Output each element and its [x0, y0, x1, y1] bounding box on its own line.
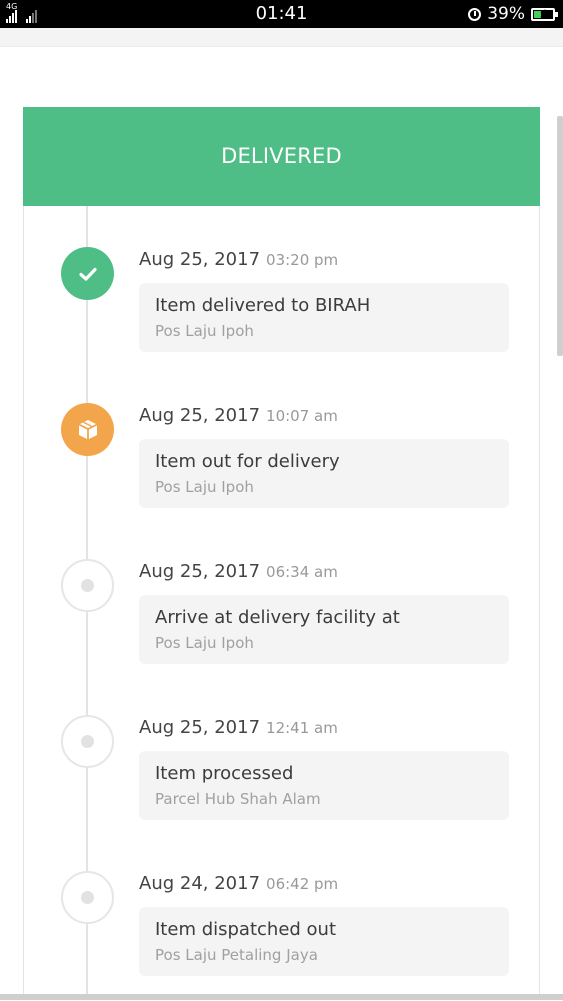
check-icon — [78, 267, 97, 281]
event-status: Item processed — [155, 763, 294, 784]
event-header: Aug 25, 2017 10:07 am — [139, 405, 338, 426]
event-details: Item dispatched out Pos Laju Petaling Ja… — [139, 907, 509, 976]
event-location: Pos Laju Ipoh — [155, 478, 254, 496]
battery-icon: ⚡ — [531, 6, 558, 21]
event-location: Pos Laju Ipoh — [155, 634, 254, 652]
event-date: Aug 25, 2017 — [139, 405, 261, 426]
event-status: Item out for delivery — [155, 451, 340, 472]
event-time: 03:20 pm — [266, 251, 339, 269]
event-header: Aug 25, 2017 12:41 am — [139, 717, 338, 738]
charging-bolt-icon: ⚡ — [539, 6, 547, 20]
event-date: Aug 25, 2017 — [139, 561, 261, 582]
timeline-event: Aug 25, 2017 06:34 am Arrive at delivery … — [0, 559, 563, 689]
event-details: Item processed Parcel Hub Shah Alam — [139, 751, 509, 820]
status-bar: 4G 01:41 39% ⚡ — [0, 0, 563, 28]
event-date: Aug 25, 2017 — [139, 717, 261, 738]
dot-icon — [81, 579, 94, 592]
alarm-icon — [468, 7, 482, 21]
event-location: Parcel Hub Shah Alam — [155, 790, 321, 808]
event-date: Aug 25, 2017 — [139, 249, 261, 270]
box-icon — [78, 419, 97, 439]
timeline-marker — [61, 715, 114, 768]
event-date: Aug 24, 2017 — [139, 873, 261, 894]
tracking-card: DELIVERED — [23, 107, 540, 1000]
event-status: Arrive at delivery facility at — [155, 607, 400, 628]
timeline-event: Aug 25, 2017 03:20 pm Item delivered to B… — [0, 247, 563, 377]
event-time: 06:42 pm — [266, 875, 339, 893]
timeline-marker — [61, 559, 114, 612]
event-header: Aug 24, 2017 06:42 pm — [139, 873, 338, 894]
timeline-event: Aug 24, 2017 06:42 pm Item dispatched out… — [0, 871, 563, 1001]
timeline-event: Aug 25, 2017 10:07 am Item out for delive… — [0, 403, 563, 533]
event-location: Pos Laju Ipoh — [155, 322, 254, 340]
timeline-marker — [61, 871, 114, 924]
dot-icon — [81, 891, 94, 904]
event-details: Item delivered to BIRAH Pos Laju Ipoh — [139, 283, 509, 352]
event-time: 12:41 am — [266, 719, 338, 737]
status-right: 39% ⚡ — [468, 0, 558, 28]
delivered-marker — [61, 247, 114, 300]
event-location: Pos Laju Petaling Jaya — [155, 946, 318, 964]
event-details: Item out for delivery Pos Laju Ipoh — [139, 439, 509, 508]
event-details: Arrive at delivery facility at Pos Laju … — [139, 595, 509, 664]
battery-percent: 39% — [487, 4, 525, 24]
delivery-status-banner: DELIVERED — [23, 107, 540, 206]
event-status: Item delivered to BIRAH — [155, 295, 371, 316]
event-header: Aug 25, 2017 03:20 pm — [139, 249, 338, 270]
event-header: Aug 25, 2017 06:34 am — [139, 561, 338, 582]
event-time: 10:07 am — [266, 407, 338, 425]
dot-icon — [81, 735, 94, 748]
event-time: 06:34 am — [266, 563, 338, 581]
out-for-delivery-marker — [61, 403, 114, 456]
top-strip — [0, 28, 563, 47]
event-status: Item dispatched out — [155, 919, 337, 940]
bottom-edge — [0, 994, 563, 1000]
timeline-event: Aug 25, 2017 12:41 am Item processed Parc… — [0, 715, 563, 845]
